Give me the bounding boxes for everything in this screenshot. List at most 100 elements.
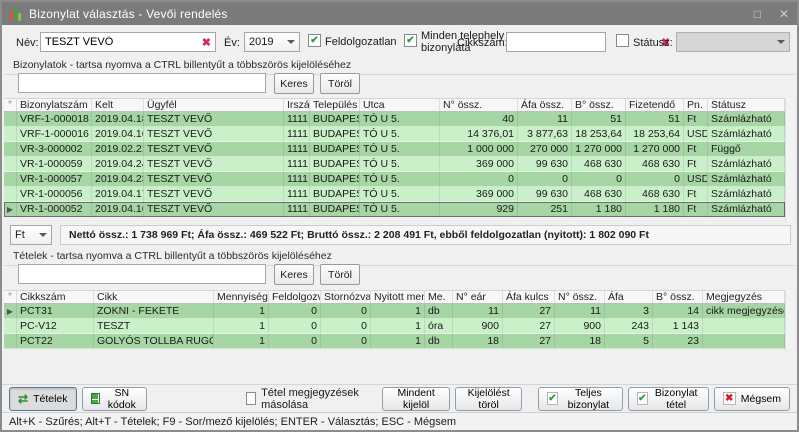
table-row[interactable]: ▶PCT31ZOKNI - FEKETE1001db112711314cikk … <box>4 304 785 319</box>
items-clear-button[interactable]: Töröl <box>320 264 360 285</box>
table-cell: 1111 <box>284 202 310 217</box>
table-cell: TESZT VEVŐ <box>144 127 284 142</box>
table-row[interactable]: VR-1-0000562019.04.17TESZT VEVŐ1111BUDAP… <box>4 187 785 202</box>
table-cell: 3 877,63 <box>518 127 572 142</box>
column-header[interactable]: Feldolgozva <box>269 291 321 303</box>
chevron-down-icon <box>287 40 295 44</box>
items-search-input[interactable] <box>19 265 265 283</box>
items-search-button[interactable]: Keres <box>274 264 314 285</box>
column-header[interactable]: N° eár <box>453 291 503 303</box>
table-cell: Számlázható <box>708 172 785 187</box>
table-cell: 51 <box>626 112 684 127</box>
table-row[interactable]: PC-V12TESZT1001óra900279002431 143 <box>4 319 785 334</box>
status-bar-text: Alt+K - Szűrés; Alt+T - Tételek; F9 - So… <box>9 416 456 428</box>
table-cell: 900 <box>453 319 503 334</box>
year-select[interactable]: 2019 <box>244 32 300 52</box>
column-header[interactable]: Bizonylatszám▼ <box>17 99 92 111</box>
documents-clear-button[interactable]: Töröl <box>320 73 360 94</box>
column-header[interactable]: Ügyfél <box>144 99 284 111</box>
column-header[interactable]: Cikk <box>94 291 214 303</box>
grid-icon <box>91 393 101 404</box>
name-input[interactable] <box>41 33 198 51</box>
table-row[interactable]: PCT22GOLYÓS TOLLBA RUGÓ1001db182718523 <box>4 334 785 349</box>
full-document-button[interactable]: ✔ Teljes bizonylat <box>538 387 623 411</box>
column-header[interactable]: Nyitott menny. <box>371 291 425 303</box>
documents-table[interactable]: *Bizonylatszám▼KeltÜgyfélIrszámTelepülés… <box>4 98 785 217</box>
table-cell: 11 <box>453 304 503 319</box>
items-toggle-button[interactable]: ⇄ Tételek <box>9 387 77 411</box>
clear-name-icon[interactable]: ✖ <box>198 36 215 49</box>
maximize-button[interactable]: □ <box>754 7 761 21</box>
documents-search-button[interactable]: Keres <box>274 73 314 94</box>
table-cell: 900 <box>555 319 605 334</box>
table-cell: Számlázható <box>708 127 785 142</box>
unprocessed-checkbox[interactable]: ✔ <box>308 34 321 47</box>
column-header[interactable]: B° össz. <box>653 291 703 303</box>
footer: ⇄ Tételek SN kódok Tétel megjegyzések má… <box>2 384 797 412</box>
sn-codes-button[interactable]: SN kódok <box>82 387 148 411</box>
row-indicator <box>4 112 17 127</box>
table-cell: BUDAPEST <box>310 202 360 217</box>
table-row[interactable]: VRF-1-0000162019.04.16TESZT VEVŐ1111BUDA… <box>4 127 785 142</box>
table-row[interactable]: VR-1-0000592019.04.24TESZT VEVŐ1111BUDAP… <box>4 157 785 172</box>
column-header[interactable]: Me. <box>425 291 453 303</box>
column-header[interactable]: Mennyiség <box>214 291 269 303</box>
all-sites-checkbox[interactable]: ✔ <box>404 34 417 47</box>
documents-search-input[interactable] <box>19 74 265 92</box>
copy-notes-checkbox[interactable] <box>246 392 256 405</box>
table-cell: 1 <box>214 334 269 349</box>
table-cell: 11 <box>555 304 605 319</box>
table-cell: 2019.02.21 <box>92 142 144 157</box>
column-header[interactable]: Település <box>310 99 360 111</box>
scrollbar-track[interactable] <box>785 98 795 222</box>
column-header[interactable]: Kelt <box>92 99 144 111</box>
status-checkbox[interactable] <box>616 34 629 47</box>
select-all-button[interactable]: Mindent kijelöl <box>382 387 450 411</box>
column-header[interactable]: Megjegyzés <box>703 291 785 303</box>
sku-input-box: ✖ <box>506 32 606 52</box>
table-cell: 40 <box>440 112 518 127</box>
column-header[interactable]: Irszám <box>284 99 310 111</box>
table-cell: 1 180 <box>626 202 684 217</box>
table-cell: Számlázható <box>708 202 785 217</box>
column-header[interactable]: Fizetendő <box>626 99 684 111</box>
close-button[interactable]: ✕ <box>779 7 789 21</box>
totals-summary: Nettó össz.: 1 738 969 Ft; Áfa össz.: 46… <box>60 225 791 245</box>
column-header[interactable]: Áfa össz. <box>518 99 572 111</box>
items-table[interactable]: *CikkszámCikkMennyiségFeldolgozvaStornóz… <box>4 290 785 349</box>
column-header[interactable]: Pn. <box>684 99 708 111</box>
table-cell: 0 <box>321 319 371 334</box>
row-indicator <box>4 157 17 172</box>
table-cell: 2019.04.16 <box>92 127 144 142</box>
table-cell: 51 <box>572 112 626 127</box>
table-row[interactable]: ▶VR-1-0000522019.04.16TESZT VEVŐ1111BUDA… <box>4 202 785 217</box>
cancel-button[interactable]: ✖ Mégsem <box>714 387 790 411</box>
table-row[interactable]: VR-3-0000022019.02.21TESZT VEVŐ1111BUDAP… <box>4 142 785 157</box>
column-header[interactable]: Státusz <box>708 99 785 111</box>
table-cell: 18 <box>453 334 503 349</box>
column-header[interactable]: B° össz. <box>572 99 626 111</box>
scrollbar-track[interactable] <box>785 290 795 349</box>
status-select[interactable] <box>676 32 790 52</box>
table-cell: TESZT VEVŐ <box>144 172 284 187</box>
document-item-button[interactable]: ✔ Bizonylat tétel <box>628 387 709 411</box>
column-header[interactable]: N° össz. <box>440 99 518 111</box>
table-row[interactable]: VR-1-0000572019.04.23TESZT VEVŐ1111BUDAP… <box>4 172 785 187</box>
titlebar[interactable]: Bizonylat választás - Vevői rendelés □ ✕ <box>2 2 797 25</box>
unprocessed-label: Feldolgozatlan <box>325 36 397 48</box>
table-cell: TÓ U 5. <box>360 142 440 157</box>
table-cell: BUDAPEST <box>310 127 360 142</box>
column-header[interactable]: Stornózva <box>321 291 371 303</box>
row-indicator <box>4 334 17 349</box>
table-row[interactable]: VRF-1-0000182019.04.18TESZT VEVŐ1111BUDA… <box>4 112 785 127</box>
column-header[interactable]: Cikkszám <box>17 291 94 303</box>
column-header[interactable]: N° össz. <box>555 291 605 303</box>
table-cell: 1111 <box>284 157 310 172</box>
row-indicator <box>4 172 17 187</box>
column-header[interactable]: Utca <box>360 99 440 111</box>
table-cell: TESZT <box>94 319 214 334</box>
column-header[interactable]: Áfa <box>605 291 653 303</box>
clear-selection-button[interactable]: Kijelölést töröl <box>455 387 522 411</box>
column-header[interactable]: Áfa kulcs <box>503 291 555 303</box>
currency-select[interactable]: Ft <box>10 225 52 245</box>
